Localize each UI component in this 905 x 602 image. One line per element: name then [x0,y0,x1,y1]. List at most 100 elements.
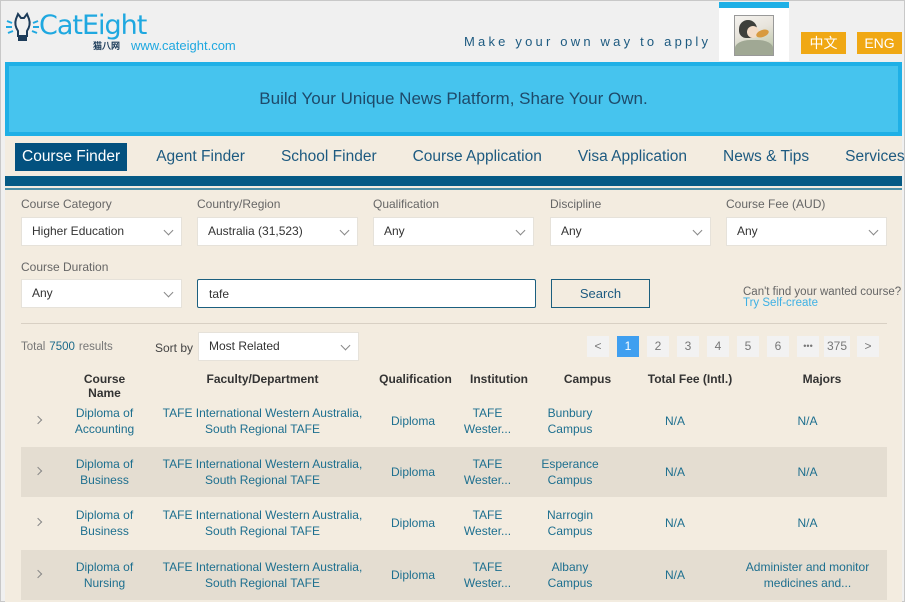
cell-majors-text: Administer and monitor [745,559,870,574]
column-header-total-fee[interactable]: Total Fee (Intl.) [640,372,740,386]
cell-course-name-text: Nursing [83,576,126,590]
sort-select[interactable]: Most Related [198,332,359,361]
cell-institution-text: TAFE [472,559,503,574]
table-row[interactable]: Diploma of Business TAFE International Wes… [21,498,887,548]
qualification-select[interactable]: Any [373,217,534,246]
column-header-institution[interactable]: Institution [468,372,530,386]
pagination-next-button[interactable]: > [857,336,879,357]
nav-course-application[interactable]: Course Application [406,143,549,171]
cell-faculty-text: TAFE International Western Australia, [162,559,363,574]
cell-institution[interactable]: TAFE Wester... [460,550,515,600]
cell-course-name[interactable]: Diploma of Business [57,498,152,548]
column-header-qualification[interactable]: Qualification [378,372,453,386]
cell-course-name[interactable]: Diploma of Nursing [57,550,152,600]
nav-agent-finder[interactable]: Agent Finder [149,143,252,171]
cell-total-fee: N/A [635,550,715,600]
course-category-select[interactable]: Higher Education [21,217,182,246]
search-button[interactable]: Search [551,279,650,308]
cell-faculty[interactable]: TAFE International Western Australia, Sou… [155,396,370,446]
cell-qualification-text: Diploma [390,515,435,530]
table-row[interactable]: Diploma of Business TAFE International Wes… [21,447,887,497]
cell-course-name[interactable]: Diploma of Accounting [57,396,152,446]
nav-course-finder[interactable]: Course Finder [15,143,128,171]
main-nav: Course Finder Agent Finder School Finder… [5,142,905,172]
cell-qualification-text: Diploma [390,464,435,479]
cell-faculty[interactable]: TAFE International Western Australia, Sou… [155,550,370,600]
table-row[interactable]: Diploma of Accounting TAFE International W… [21,396,887,446]
pagination-page-2[interactable]: 2 [647,336,669,357]
self-create-link[interactable]: Try Self-create [743,297,818,309]
nav-news-tips[interactable]: News & Tips [716,143,816,171]
cell-course-name[interactable]: Diploma of Business [57,447,152,497]
discipline-select[interactable]: Any [550,217,711,246]
sort-value: Most Related [209,339,280,353]
language-chinese-button[interactable]: 中文 [801,32,846,54]
cell-institution[interactable]: TAFE Wester... [460,396,515,446]
nav-underline-rule [5,188,902,190]
chevron-right-icon[interactable] [33,569,43,579]
course-duration-select[interactable]: Any [21,279,182,308]
pagination-page-1[interactable]: 1 [617,336,639,357]
column-header-faculty[interactable]: Faculty/Department [185,372,340,386]
chevron-right-icon[interactable] [33,517,43,527]
country-value: Australia (31,523) [208,224,303,238]
cell-institution-text: TAFE [472,405,503,420]
cell-course-name-text: Diploma of [75,507,134,522]
pagination-page-4[interactable]: 4 [707,336,729,357]
site-url-link[interactable]: www.cateight.com [131,38,236,53]
cell-institution[interactable]: TAFE Wester... [460,447,515,497]
logo-subtitle: 猫八网 [93,41,121,51]
cell-total-fee: N/A [635,498,715,548]
cell-campus-text: Campus [547,524,593,538]
search-input[interactable] [197,279,536,308]
table-row[interactable]: Diploma of Nursing TAFE International West… [21,550,887,600]
cell-institution-text: TAFE [472,456,503,471]
user-avatar-box[interactable] [719,2,789,61]
avatar[interactable] [734,15,774,56]
cell-institution[interactable]: TAFE Wester... [460,498,515,548]
cell-total-fee: N/A [635,447,715,497]
cell-campus: Narrogin Campus [535,498,605,548]
column-header-majors[interactable]: Majors [777,372,867,386]
chevron-right-icon[interactable] [33,466,43,476]
cat-lightbulb-icon [6,11,39,41]
cell-institution-text: TAFE [472,507,503,522]
country-select[interactable]: Australia (31,523) [197,217,358,246]
chevron-down-icon [163,287,174,298]
cell-campus: Esperance Campus [535,447,605,497]
pagination-page-6[interactable]: 6 [767,336,789,357]
chevron-right-icon[interactable] [33,415,43,425]
promo-banner[interactable]: Build Your Unique News Platform, Share Y… [5,62,902,136]
course-fee-select[interactable]: Any [726,217,887,246]
cell-total-fee: N/A [635,396,715,446]
cell-qualification-text: Diploma [390,567,435,582]
cell-faculty[interactable]: TAFE International Western Australia, Sou… [155,447,370,497]
pagination-page-5[interactable]: 5 [737,336,759,357]
pagination-ellipsis[interactable]: ••• [797,336,819,357]
cell-campus-text: Campus [547,473,593,487]
cell-institution-text: Wester... [463,576,512,590]
cell-campus: Albany Campus [535,550,605,600]
pagination-page-3[interactable]: 3 [677,336,699,357]
cell-faculty-text: TAFE International Western Australia, [162,507,363,522]
cell-campus-text: Bunbury [547,405,593,420]
cell-qualification: Diploma [373,396,453,446]
nav-school-finder[interactable]: School Finder [274,143,384,171]
cell-faculty[interactable]: TAFE International Western Australia, Sou… [155,498,370,548]
cell-total-fee-text: N/A [664,464,685,479]
language-english-button[interactable]: ENG [857,32,902,54]
pagination-page-last[interactable]: 375 [824,336,850,357]
cell-campus-text: Campus [547,576,593,590]
cell-majors-text: N/A [797,515,818,530]
nav-visa-application[interactable]: Visa Application [571,143,694,171]
cell-majors: N/A [735,396,880,446]
divider [21,323,887,324]
pagination-prev-button[interactable]: < [587,336,609,357]
cell-faculty-text: South Regional TAFE [205,473,320,487]
cell-qualification-text: Diploma [390,413,435,428]
cell-faculty-text: TAFE International Western Australia, [162,456,363,471]
logo[interactable]: CatEight [5,11,147,45]
cell-course-name-text: Business [80,473,129,487]
nav-services[interactable]: Services [838,143,905,171]
column-header-campus[interactable]: Campus [550,372,625,386]
